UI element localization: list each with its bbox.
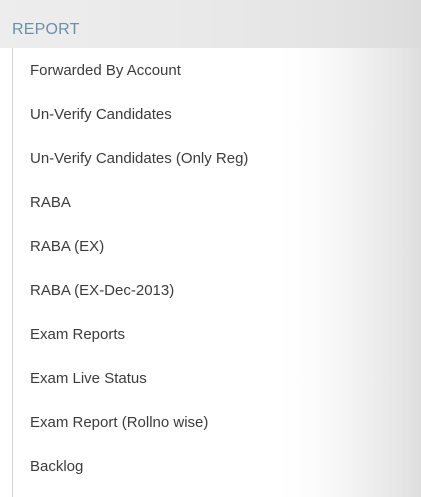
menu-item-un-verify-candidates-only-reg[interactable]: Un-Verify Candidates (Only Reg)	[13, 136, 373, 180]
menu-item-forwarded-by-account[interactable]: Forwarded By Account	[13, 48, 373, 92]
menu-item-exam-live-status[interactable]: Exam Live Status	[13, 356, 373, 400]
menu-item-label[interactable]: RABA (EX)	[30, 238, 104, 256]
report-section-header[interactable]: REPORT	[0, 0, 421, 48]
report-section-title: REPORT	[12, 21, 80, 38]
menu-item-label[interactable]: Forwarded By Account	[30, 62, 181, 80]
menu-item-label[interactable]: Un-Verify Candidates (Only Reg)	[30, 150, 248, 168]
menu-item-label[interactable]: Exam Live Status	[30, 370, 147, 388]
menu-item-un-verify-candidates[interactable]: Un-Verify Candidates	[13, 92, 373, 136]
menu-item-label[interactable]: Backlog	[30, 458, 83, 476]
report-sidebar-panel: REPORT Forwarded By Account Un-Verify Ca…	[0, 0, 421, 497]
report-menu-list: Forwarded By Account Un-Verify Candidate…	[13, 48, 373, 488]
menu-item-exam-reports[interactable]: Exam Reports	[13, 312, 373, 356]
menu-item-label[interactable]: Exam Reports	[30, 326, 125, 344]
menu-item-label[interactable]: Exam Report (Rollno wise)	[30, 414, 208, 432]
menu-item-label[interactable]: RABA	[30, 194, 71, 212]
menu-item-raba-ex-dec-2013[interactable]: RABA (EX-Dec-2013)	[13, 268, 373, 312]
menu-item-raba[interactable]: RABA	[13, 180, 373, 224]
menu-item-raba-ex[interactable]: RABA (EX)	[13, 224, 373, 268]
menu-item-label[interactable]: RABA (EX-Dec-2013)	[30, 282, 174, 300]
menu-item-label[interactable]: Un-Verify Candidates	[30, 106, 172, 124]
menu-item-backlog[interactable]: Backlog	[13, 444, 373, 488]
menu-item-exam-report-rollno-wise[interactable]: Exam Report (Rollno wise)	[13, 400, 373, 444]
